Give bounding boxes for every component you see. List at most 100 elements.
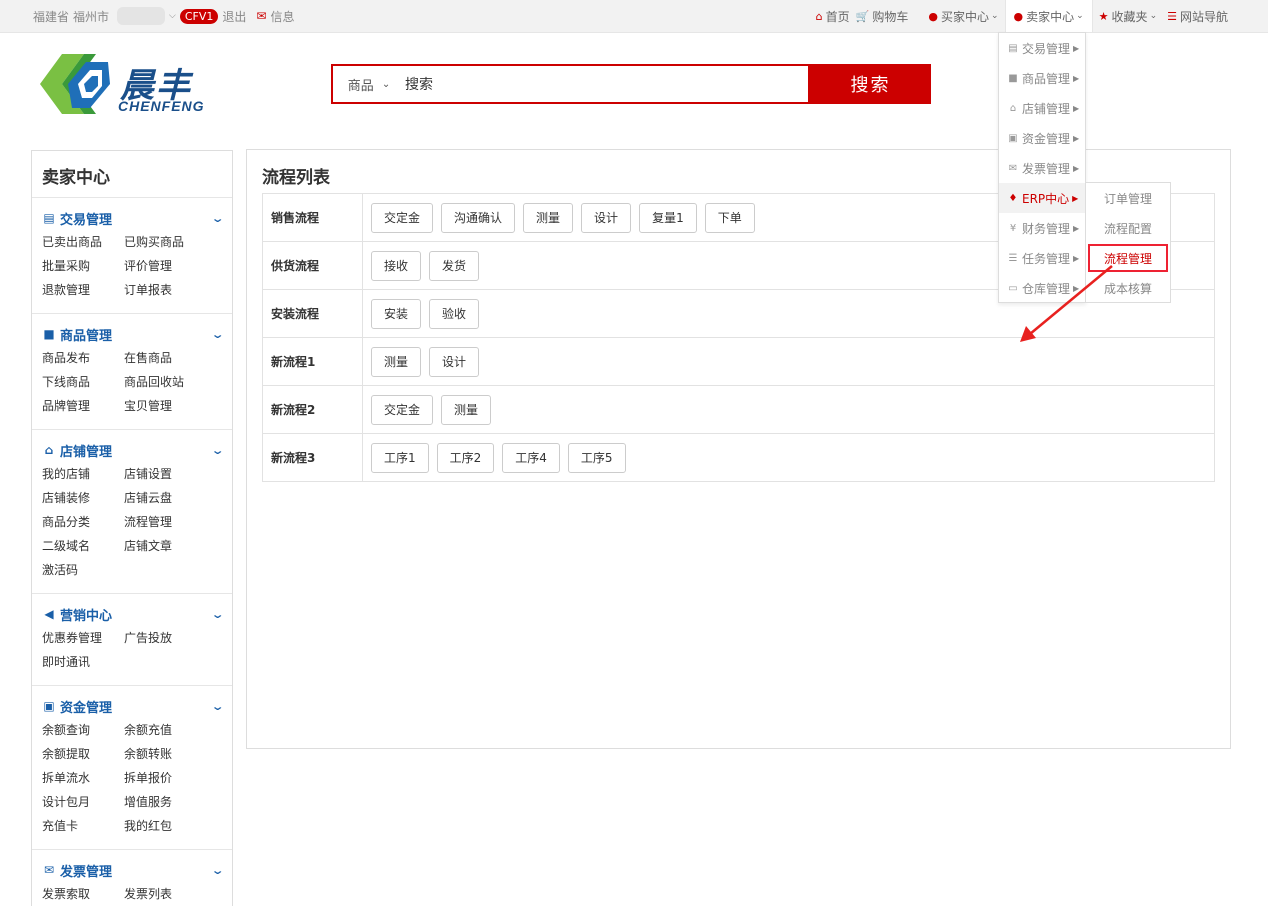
sidebar-link[interactable]: 下线商品 bbox=[42, 370, 124, 394]
submenu-item[interactable]: 成本核算 bbox=[1086, 273, 1170, 303]
flow-step-button[interactable]: 发货 bbox=[429, 250, 480, 281]
nav-site-map[interactable]: ☰ 网站导航 bbox=[1167, 8, 1228, 25]
sidebar-link[interactable]: 我的红包 bbox=[124, 814, 206, 838]
sidebar-section-header[interactable]: ◀ 营销中心 ⌄ bbox=[42, 604, 224, 624]
nav-cart[interactable]: 🛒 购物车 bbox=[856, 8, 909, 25]
flow-step-button[interactable]: 测量 bbox=[441, 394, 492, 425]
sidebar-link[interactable]: 批量采购 bbox=[42, 254, 124, 278]
sidebar-link[interactable]: 余额查询 bbox=[42, 718, 124, 742]
sidebar-link[interactable]: 二级域名 bbox=[42, 534, 124, 558]
sidebar-link[interactable]: 余额转账 bbox=[124, 742, 206, 766]
dropdown-item[interactable]: ♦ ERP中心 ▶ bbox=[999, 183, 1085, 213]
sidebar-section-header[interactable]: ✉ 发票管理 ⌄ bbox=[42, 860, 224, 880]
sidebar-link[interactable]: 退款管理 bbox=[42, 278, 124, 302]
flow-step-button[interactable]: 测量 bbox=[371, 346, 422, 377]
sidebar-link[interactable]: 店铺设置 bbox=[124, 462, 206, 486]
flow-step-button[interactable]: 安装 bbox=[371, 298, 422, 329]
province-label[interactable]: 福建省 bbox=[33, 8, 69, 25]
nav-seller-center[interactable]: ● 卖家中心 ⌄ bbox=[1004, 0, 1093, 32]
flow-step-button[interactable]: 交定金 bbox=[371, 202, 434, 233]
chevron-down-icon[interactable]: ⌄ bbox=[210, 444, 224, 457]
sidebar-link[interactable]: 评价管理 bbox=[124, 254, 206, 278]
search-button[interactable]: 搜索 bbox=[810, 64, 931, 104]
sidebar-link[interactable]: 即时通讯 bbox=[42, 650, 124, 674]
username-blurred[interactable] bbox=[117, 7, 166, 25]
flow-step-button[interactable]: 验收 bbox=[429, 298, 480, 329]
sidebar-link[interactable]: 广告投放 bbox=[124, 626, 206, 650]
flow-step-button[interactable]: 工序1 bbox=[371, 442, 429, 473]
flow-step-button[interactable]: 工序2 bbox=[436, 442, 495, 473]
sidebar-link[interactable]: 商品分类 bbox=[42, 510, 124, 534]
sidebar-link[interactable]: 拆单流水 bbox=[42, 766, 124, 790]
flow-step-button[interactable]: 工序4 bbox=[502, 442, 560, 473]
submenu-item[interactable]: 订单管理 bbox=[1086, 183, 1170, 213]
sidebar-link[interactable]: 已购买商品 bbox=[124, 230, 206, 254]
chevron-down-icon[interactable]: ⌄ bbox=[210, 700, 224, 713]
flow-step-button[interactable]: 交定金 bbox=[371, 394, 434, 425]
dropdown-item[interactable]: ▤ 交易管理 ▶ bbox=[999, 33, 1085, 63]
flow-step-button[interactable]: 下单 bbox=[704, 202, 755, 233]
sidebar-link[interactable]: 在售商品 bbox=[124, 346, 206, 370]
submenu-item[interactable]: 流程配置 bbox=[1086, 213, 1170, 243]
sidebar-link[interactable]: 激活码 bbox=[42, 558, 124, 582]
dropdown-item[interactable]: ✉ 发票管理 ▶ bbox=[999, 153, 1085, 183]
chevron-down-icon[interactable]: ⌄ bbox=[210, 212, 224, 225]
dropdown-item[interactable]: ▣ 资金管理 ▶ bbox=[999, 123, 1085, 153]
chevron-down-icon[interactable]: ⌵ bbox=[169, 11, 176, 21]
nav-buyer-center[interactable]: ● 买家中心 ⌄ bbox=[928, 8, 998, 25]
sidebar-link[interactable]: 店铺装修 bbox=[42, 486, 124, 510]
sidebar-link[interactable]: 品牌管理 bbox=[42, 394, 124, 418]
sidebar-link[interactable]: 余额充值 bbox=[124, 718, 206, 742]
search-input[interactable] bbox=[405, 66, 808, 102]
nav-home[interactable]: ⌂ 首页 bbox=[816, 8, 850, 25]
sidebar-link[interactable]: 余额提取 bbox=[42, 742, 124, 766]
sidebar-link[interactable]: 订单报表 bbox=[124, 278, 206, 302]
sidebar-link[interactable]: 已卖出商品 bbox=[42, 230, 124, 254]
sidebar-link[interactable]: 商品回收站 bbox=[124, 370, 206, 394]
chevron-down-icon[interactable]: ⌄ bbox=[210, 328, 224, 341]
logo[interactable]: 晨丰 CHENFENG bbox=[32, 46, 232, 122]
sidebar-section-header[interactable]: ⌂ 店铺管理 ⌄ bbox=[42, 440, 225, 460]
sidebar-section-title: 商品管理 bbox=[60, 328, 113, 344]
sidebar-link[interactable]: 店铺云盘 bbox=[124, 486, 206, 510]
dropdown-item[interactable]: ☰ 任务管理 ▶ bbox=[999, 243, 1085, 273]
sidebar-section-header[interactable]: ▤ 交易管理 ⌄ bbox=[42, 208, 224, 228]
sidebar-link[interactable]: 发票列表 bbox=[124, 882, 206, 906]
sidebar-link[interactable]: 我的店铺 bbox=[42, 462, 124, 486]
search-category-select[interactable]: 商品 ⌄ bbox=[333, 66, 405, 102]
flow-step-button[interactable]: 设计 bbox=[429, 346, 480, 377]
sidebar-section-header[interactable]: ■ 商品管理 ⌄ bbox=[42, 324, 224, 344]
chevron-down-icon[interactable]: ⌄ bbox=[210, 608, 224, 621]
sidebar-link[interactable]: 商品发布 bbox=[42, 346, 124, 370]
sidebar: 卖家中心 ▤ 交易管理 ⌄ 已卖出商品 已购买商品 批量采购 评价管理 退款管理 订单报表… bbox=[31, 150, 233, 906]
dropdown-item[interactable]: ▭ 仓库管理 ▶ bbox=[999, 273, 1085, 303]
sidebar-link[interactable]: 流程管理 bbox=[124, 510, 206, 534]
logout-link[interactable]: 退出 bbox=[222, 8, 246, 25]
flow-step-button[interactable]: 工序5 bbox=[567, 442, 626, 473]
flow-step-button[interactable]: 沟通确认 bbox=[441, 202, 516, 233]
sidebar-link[interactable]: 充值卡 bbox=[42, 814, 124, 838]
flow-step-button[interactable]: 设计 bbox=[581, 202, 632, 233]
sidebar-section: ◀ 营销中心 ⌄ 优惠券管理 广告投放 即时通讯 bbox=[32, 594, 232, 686]
sidebar-link[interactable]: 拆单报价 bbox=[124, 766, 206, 790]
dropdown-item[interactable]: ⌂ 店铺管理 ▶ bbox=[999, 93, 1085, 123]
city-label[interactable]: 福州市 bbox=[73, 8, 109, 25]
sidebar-link[interactable]: 优惠券管理 bbox=[42, 626, 124, 650]
dropdown-item[interactable]: ■ 商品管理 ▶ bbox=[999, 63, 1085, 93]
search-box: 商品 ⌄ bbox=[331, 64, 810, 104]
chevron-down-icon[interactable]: ⌄ bbox=[210, 864, 224, 877]
sidebar-link[interactable]: 店铺文章 bbox=[124, 534, 206, 558]
submenu-item[interactable]: 流程管理 bbox=[1087, 243, 1169, 273]
message-link[interactable]: 信息 bbox=[270, 8, 294, 25]
nav-buyer-label: 买家中心 bbox=[940, 9, 989, 24]
flow-step-button[interactable]: 接收 bbox=[371, 250, 422, 281]
flow-step-button[interactable]: 复量1 bbox=[639, 202, 697, 233]
dropdown-item[interactable]: ¥ 财务管理 ▶ bbox=[999, 213, 1085, 243]
sidebar-section-header[interactable]: ▣ 资金管理 ⌄ bbox=[42, 696, 224, 716]
sidebar-link[interactable]: 增值服务 bbox=[124, 790, 206, 814]
sidebar-link[interactable]: 设计包月 bbox=[42, 790, 124, 814]
sidebar-link[interactable]: 发票索取 bbox=[42, 882, 124, 906]
nav-favorites[interactable]: ★ 收藏夹 ⌄ bbox=[1099, 8, 1157, 25]
flow-step-button[interactable]: 测量 bbox=[523, 202, 574, 233]
sidebar-link[interactable]: 宝贝管理 bbox=[124, 394, 206, 418]
